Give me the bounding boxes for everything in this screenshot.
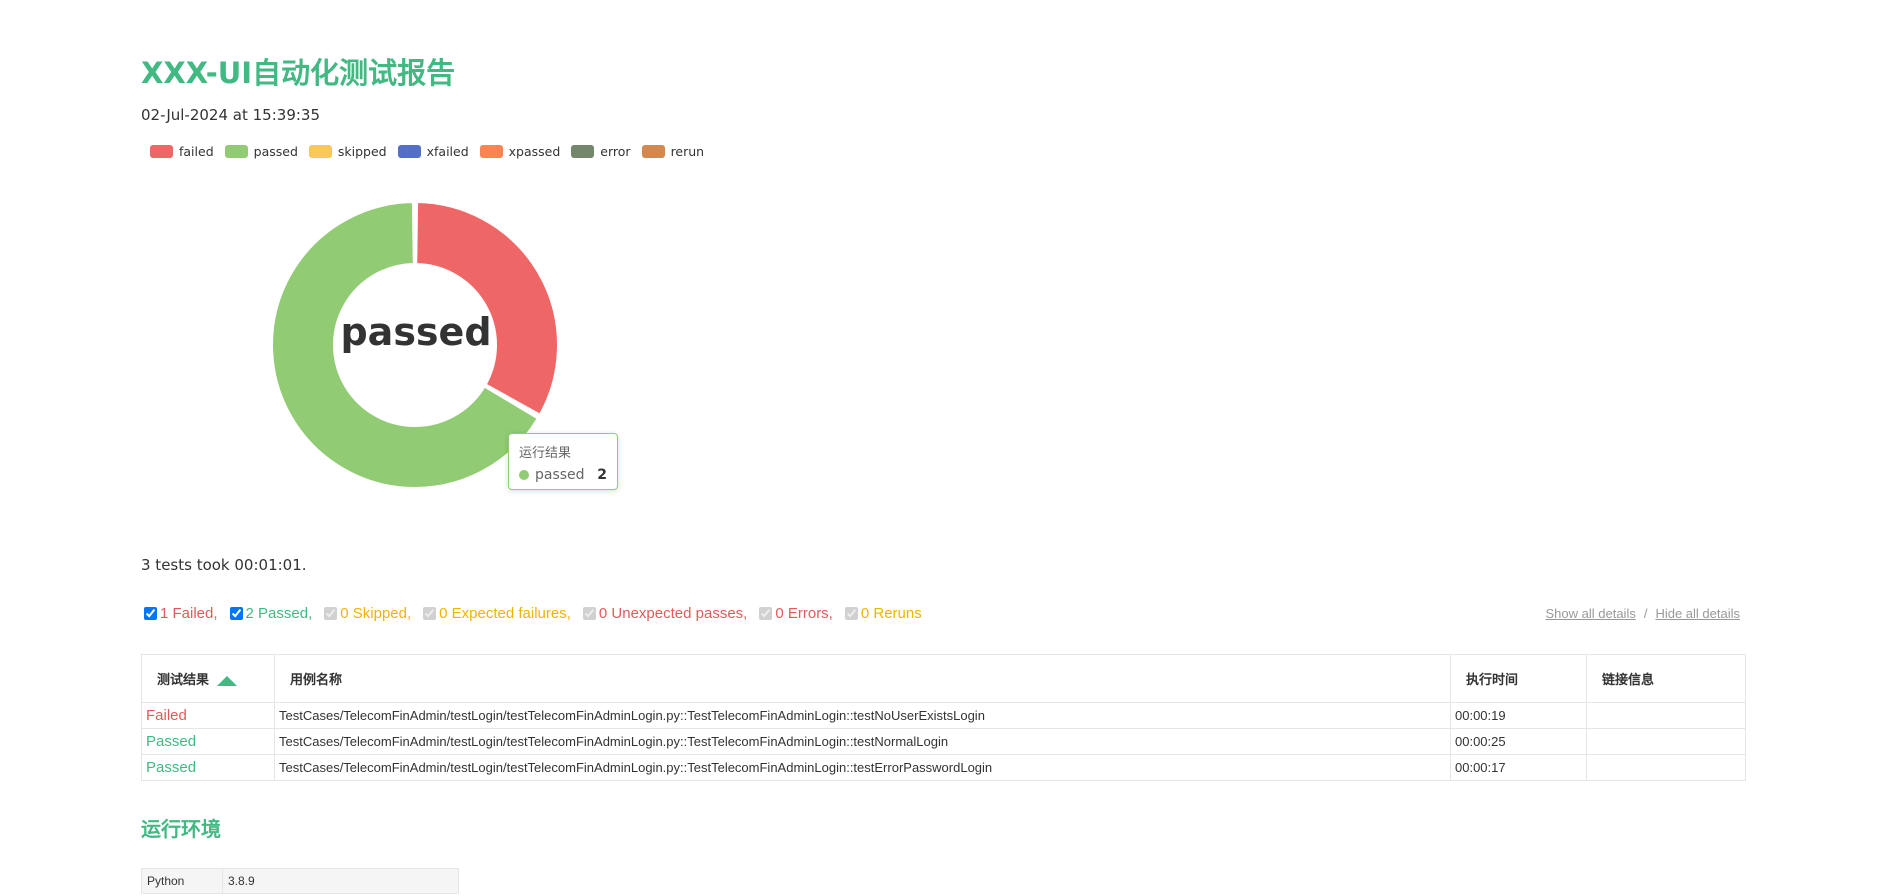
details-separator: / <box>1643 606 1648 621</box>
legend-item-rerun[interactable]: rerun <box>641 144 705 159</box>
filter-checkbox[interactable] <box>229 607 243 620</box>
filter-5[interactable]: 0 Errors, <box>759 605 833 622</box>
chart-legend: failed passed skipped xfailed xpassed error re… <box>150 144 715 159</box>
header-duration[interactable]: 执行时间 <box>1450 654 1587 703</box>
result-cell: Passed <box>141 728 275 755</box>
filter-checkbox[interactable] <box>144 607 157 620</box>
donut-slice-failed[interactable] <box>415 201 559 416</box>
filter-label: 0 Reruns <box>860 605 922 622</box>
legend-item-xpassed[interactable]: xpassed <box>479 144 561 159</box>
filter-1[interactable]: 2 Passed, <box>229 605 313 622</box>
filter-checkbox <box>844 607 858 620</box>
tooltip-value: 2 <box>597 467 607 483</box>
filter-checkbox <box>324 607 338 620</box>
legend-label: rerun <box>670 144 705 159</box>
legend-label: error <box>600 144 631 159</box>
legend-item-skipped[interactable]: skipped <box>308 144 387 159</box>
header-name[interactable]: 用例名称 <box>274 654 1451 703</box>
generated-timestamp: 02-Jul-2024 at 15:39:35 <box>141 106 320 124</box>
legend-swatch <box>224 145 248 158</box>
filter-3[interactable]: 0 Expected failures, <box>423 605 571 622</box>
test-name-cell: TestCases/TelecomFinAdmin/testLogin/test… <box>274 702 1451 729</box>
links-cell <box>1586 754 1746 781</box>
results-header-row: 测试结果 用例名称 执行时间 链接信息 <box>141 654 1746 703</box>
links-cell <box>1586 702 1746 729</box>
filter-label: 2 Passed, <box>245 605 313 622</box>
header-links: 链接信息 <box>1586 654 1746 703</box>
tooltip-title: 运行结果 <box>519 446 572 461</box>
duration-cell: 00:00:17 <box>1450 754 1587 781</box>
filter-6[interactable]: 0 Reruns <box>844 605 922 622</box>
run-summary: 3 tests took 00:01:01. <box>141 556 307 574</box>
legend-swatch <box>479 145 503 158</box>
filter-2[interactable]: 0 Skipped, <box>324 605 411 622</box>
report-title: XXX-UI自动化测试报告 <box>141 56 456 90</box>
legend-swatch <box>150 145 173 158</box>
chart-tooltip: 运行结果 passed 2 <box>508 433 618 490</box>
filter-checkbox <box>759 607 773 620</box>
legend-swatch <box>308 145 332 158</box>
legend-label: failed <box>179 144 214 159</box>
sort-asc-icon <box>217 675 238 686</box>
result-filters: 1 Failed, 2 Passed, 0 Skipped, 0 Expected f… <box>144 605 934 622</box>
links-cell <box>1586 728 1746 755</box>
test-name-cell: TestCases/TelecomFinAdmin/testLogin/test… <box>274 754 1451 781</box>
legend-swatch <box>571 145 595 158</box>
legend-item-error[interactable]: error <box>571 144 631 159</box>
donut-center-label: passed <box>340 310 492 354</box>
duration-cell: 00:00:25 <box>1450 728 1587 755</box>
table-row[interactable]: Passed TestCases/TelecomFinAdmin/testLogi… <box>141 754 1746 781</box>
filter-checkbox <box>423 607 437 620</box>
filter-label: 0 Errors, <box>775 605 833 622</box>
filter-label: 1 Failed, <box>160 605 218 622</box>
legend-label: xpassed <box>508 144 561 159</box>
filter-4[interactable]: 0 Unexpected passes, <box>582 605 748 622</box>
legend-item-passed[interactable]: passed <box>224 144 298 159</box>
table-row[interactable]: Failed TestCases/TelecomFinAdmin/testLogi… <box>141 702 1746 729</box>
result-cell: Failed <box>141 702 275 729</box>
legend-label: xfailed <box>426 144 469 159</box>
environment-title: 运行环境 <box>141 817 221 841</box>
duration-cell: 00:00:19 <box>1450 702 1587 729</box>
legend-swatch <box>641 145 665 158</box>
result-cell: Passed <box>141 754 275 781</box>
legend-item-failed[interactable]: failed <box>150 144 214 159</box>
test-name-cell: TestCases/TelecomFinAdmin/testLogin/test… <box>274 728 1451 755</box>
environment-table: Python 3.8.9 <box>141 868 459 894</box>
legend-label: passed <box>253 144 298 159</box>
hide-all-details-link[interactable]: Hide all details <box>1655 606 1740 621</box>
header-result-label: 测试结果 <box>157 672 210 687</box>
table-row[interactable]: Passed TestCases/TelecomFinAdmin/testLogi… <box>141 728 1746 755</box>
results-table: 测试结果 用例名称 执行时间 链接信息 Failed TestCases/Tele… <box>141 654 1746 781</box>
env-value: 3.8.9 <box>222 868 459 894</box>
filter-checkbox <box>582 607 596 620</box>
details-toggle: Show all details / Hide all details <box>1546 606 1741 621</box>
filter-label: 0 Expected failures, <box>439 605 571 622</box>
tooltip-label: passed <box>535 467 585 483</box>
legend-swatch <box>397 145 421 158</box>
env-row: Python 3.8.9 <box>141 868 459 894</box>
header-result[interactable]: 测试结果 <box>141 654 275 703</box>
filter-label: 0 Unexpected passes, <box>598 605 748 622</box>
legend-item-xfailed[interactable]: xfailed <box>397 144 469 159</box>
filter-label: 0 Skipped, <box>340 605 412 622</box>
show-all-details-link[interactable]: Show all details <box>1546 606 1636 621</box>
tooltip-marker-icon <box>519 470 529 480</box>
env-key: Python <box>141 868 223 894</box>
filter-0[interactable]: 1 Failed, <box>144 605 218 622</box>
legend-label: skipped <box>337 144 387 159</box>
